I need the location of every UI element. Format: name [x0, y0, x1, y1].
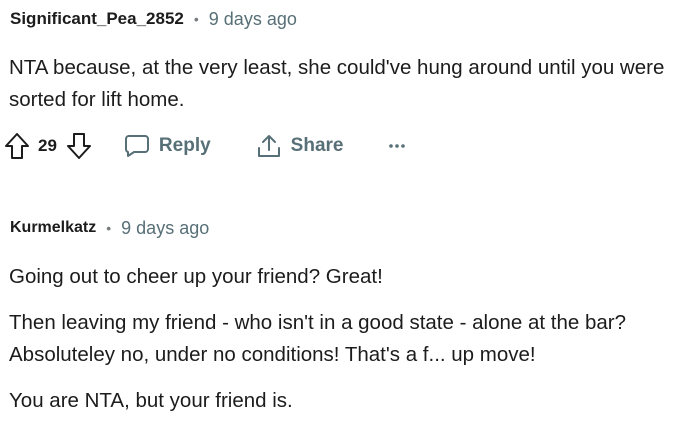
comment: Significant_Pea_2852 • 9 days ago NTA be… [0, 7, 700, 163]
speech-bubble-icon [124, 135, 149, 157]
comment-author[interactable]: Significant_Pea_2852 [10, 9, 184, 29]
comment-timestamp[interactable]: 9 days ago [209, 9, 297, 30]
comment-actions: 29 Reply Share [0, 129, 700, 163]
vote-controls: 29 [4, 132, 92, 160]
arrow-up-outline-icon [5, 133, 29, 159]
comment-meta: Kurmelkatz • 9 days ago [0, 216, 700, 240]
share-button[interactable]: Share [256, 133, 344, 159]
comment-paragraph: NTA because, at the very least, she coul… [9, 56, 665, 111]
vote-score: 29 [38, 136, 57, 155]
comment: Kurmelkatz • 9 days ago Going out to che… [0, 216, 700, 417]
comment-body: Going out to cheer up your friend? Great… [0, 261, 700, 417]
reply-label: Reply [158, 135, 211, 156]
more-options-button[interactable] [388, 143, 406, 149]
meta-separator: • [106, 220, 112, 236]
ellipsis-icon [389, 144, 406, 148]
share-label: Share [290, 135, 344, 156]
comment-paragraph: You are NTA, but your friend is. [9, 389, 293, 412]
comment-author[interactable]: Kurmelkatz [10, 219, 96, 237]
comment-meta: Significant_Pea_2852 • 9 days ago [0, 7, 700, 31]
downvote-button[interactable] [66, 132, 92, 160]
comment-paragraph: Going out to cheer up your friend? Great… [9, 265, 383, 288]
upvote-button[interactable] [4, 132, 30, 160]
share-upload-icon [257, 135, 280, 157]
reply-button[interactable]: Reply [124, 134, 211, 158]
comment-timestamp[interactable]: 9 days ago [121, 218, 209, 239]
arrow-down-outline-icon [66, 133, 91, 159]
comment-paragraph: Then leaving my friend - who isn't in a … [9, 311, 626, 366]
comment-body: NTA because, at the very least, she coul… [0, 52, 700, 116]
meta-separator: • [193, 11, 199, 27]
